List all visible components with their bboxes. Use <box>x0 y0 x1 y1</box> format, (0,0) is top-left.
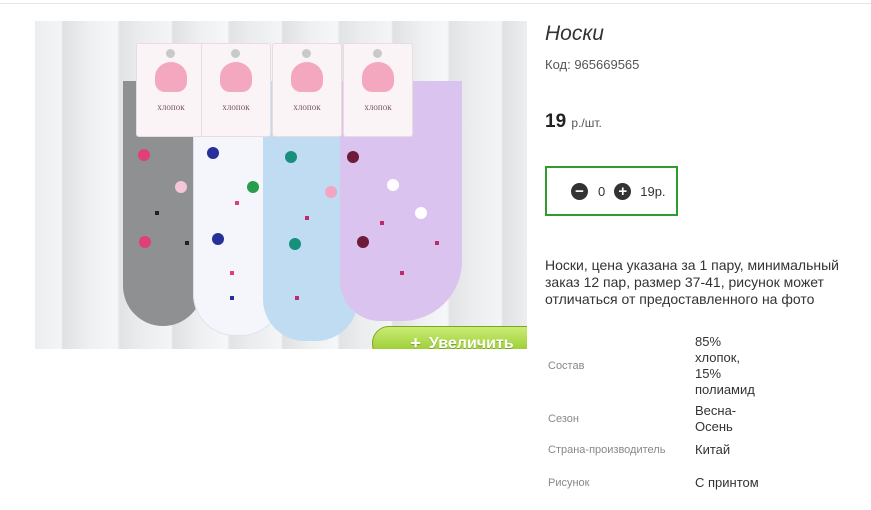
pattern-dot <box>230 296 234 300</box>
pattern-dot <box>155 211 159 215</box>
heart-logo-icon <box>362 62 394 92</box>
pattern-dot <box>400 271 404 275</box>
spec-value: 85% хлопок, 15% полиамид <box>695 334 755 397</box>
spec-key: Состав <box>548 360 585 372</box>
plus-circle-icon[interactable]: + <box>614 182 632 200</box>
flower-pattern <box>415 207 427 219</box>
quantity-stepper: − 0 + 19р. <box>545 166 678 216</box>
product-title: Носки <box>545 22 604 45</box>
spec-value: Китай <box>695 442 731 457</box>
pattern-dot <box>235 201 239 205</box>
specs-row: Состав 85% хлопок, 15% полиамид <box>545 332 768 400</box>
heart-logo-icon <box>220 62 252 92</box>
flower-pattern <box>357 236 369 248</box>
tag-hole <box>373 49 382 58</box>
price-value: 19 <box>545 111 567 132</box>
specs-row: Страна-производитель Китай <box>545 437 768 463</box>
product-price: 19 р./шт. <box>545 111 602 133</box>
minus-circle-icon[interactable]: − <box>571 182 588 200</box>
product-code: Код: 965669565 <box>545 57 640 72</box>
specs-row: Сезон Весна-Осень <box>545 400 768 437</box>
zoom-button[interactable]: + Увеличить <box>372 326 527 349</box>
tag-hole <box>231 49 240 58</box>
spec-key: Рисунок <box>548 477 590 489</box>
spec-key: Страна-производитель <box>548 444 666 456</box>
quantity-value: 0 <box>598 183 606 199</box>
flower-pattern <box>387 179 399 191</box>
flower-pattern <box>289 238 301 250</box>
tag-material: хлопок <box>222 102 250 112</box>
flower-pattern <box>138 149 150 161</box>
top-divider <box>0 3 871 4</box>
specs-table: Состав 85% хлопок, 15% полиамид Сезон Ве… <box>545 332 768 503</box>
tag-hole <box>166 49 175 58</box>
tag-hole <box>302 49 311 58</box>
pattern-dot <box>230 271 234 275</box>
product-image[interactable]: хлопок хлопок хлопок хлопок + Увеличить <box>35 21 527 349</box>
price-unit: р./шт. <box>571 116 602 130</box>
spec-value: С принтом <box>695 475 759 490</box>
pattern-dot <box>380 221 384 225</box>
flower-pattern <box>207 147 219 159</box>
sock-tag: хлопок <box>136 43 206 137</box>
tag-material: хлопок <box>364 102 392 112</box>
flower-pattern <box>139 236 151 248</box>
heart-logo-icon <box>155 62 187 92</box>
heart-logo-icon <box>291 62 323 92</box>
spec-key: Сезон <box>548 412 579 425</box>
flower-pattern <box>247 181 259 193</box>
flower-pattern <box>285 151 297 163</box>
flower-pattern <box>347 151 359 163</box>
quantity-total: 19р. <box>640 183 666 199</box>
tag-material: хлопок <box>293 102 321 112</box>
zoom-button-label: Увеличить <box>428 334 514 350</box>
flower-pattern <box>175 181 187 193</box>
spec-value: Весна-Осень <box>695 402 737 434</box>
sock-tag: хлопок <box>201 43 271 137</box>
plus-icon: + <box>410 333 421 349</box>
flower-pattern <box>325 186 337 198</box>
sock-tag: хлопок <box>343 43 413 137</box>
flower-pattern <box>212 233 224 245</box>
specs-row: Рисунок С принтом <box>545 463 768 503</box>
sock-tag: хлопок <box>272 43 342 137</box>
tag-material: хлопок <box>157 102 185 112</box>
product-description: Носки, цена указана за 1 пару, минимальн… <box>545 257 839 307</box>
pattern-dot <box>305 216 309 220</box>
pattern-dot <box>185 241 189 245</box>
pattern-dot <box>435 241 439 245</box>
pattern-dot <box>295 296 299 300</box>
